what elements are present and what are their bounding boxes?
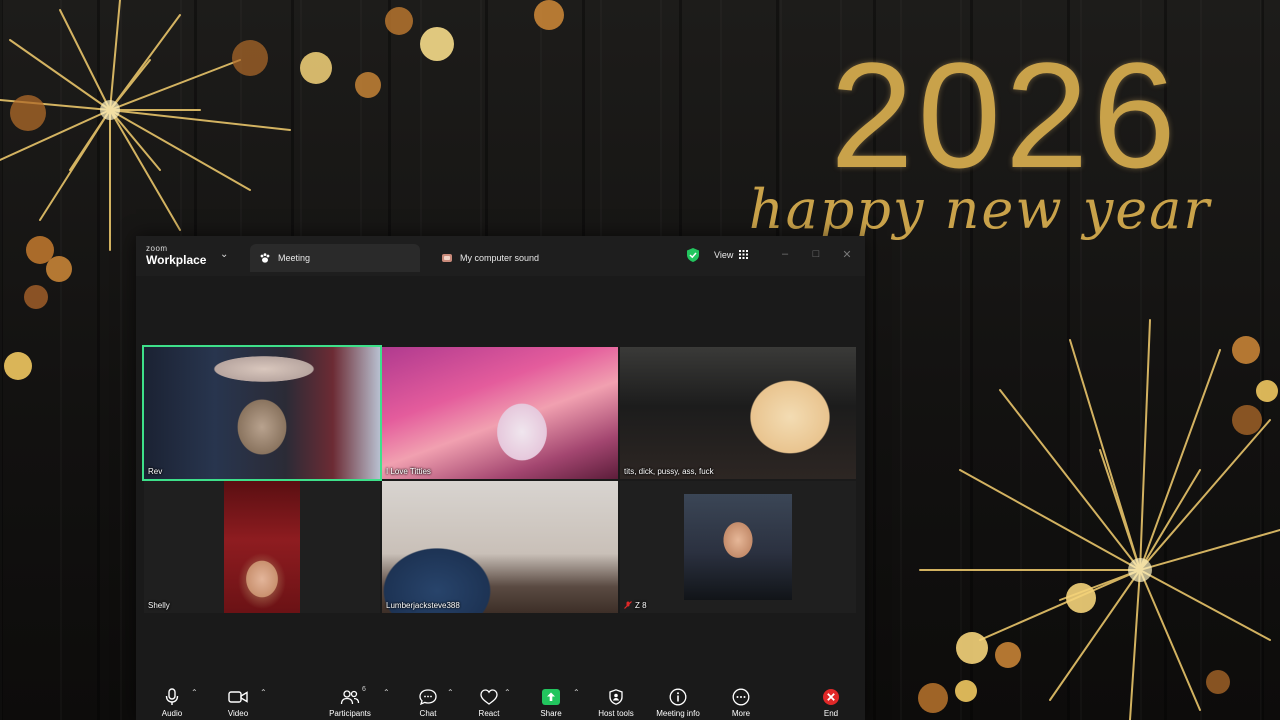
chat-label: Chat [419, 709, 437, 718]
bokeh-light [1232, 405, 1262, 435]
minimize-icon[interactable]: – [778, 248, 792, 260]
maximize-icon[interactable]: □ [809, 248, 823, 260]
close-icon[interactable]: ✕ [840, 248, 854, 261]
participant-name: tits, dick, pussy, ass, fuck [624, 467, 714, 476]
shield-icon[interactable] [687, 248, 699, 267]
more-button[interactable]: More [728, 680, 754, 720]
bokeh-light [232, 40, 268, 76]
participant-name: I Love Titties [386, 467, 431, 476]
bokeh-light [534, 0, 564, 30]
bokeh-light [24, 285, 48, 309]
title-bar: zoom Workplace ⌄ Meeting My computer sou… [136, 236, 865, 276]
chevron-up-icon[interactable]: ⌃ [504, 688, 511, 697]
participant-video [224, 481, 300, 613]
audio-label: Audio [161, 709, 183, 718]
bokeh-light [1066, 583, 1096, 613]
bokeh-light [10, 95, 46, 131]
end-call-icon [822, 687, 840, 707]
view-button[interactable]: View [708, 246, 754, 264]
tab-meeting[interactable]: Meeting [250, 244, 420, 272]
video-camera-icon [228, 687, 248, 707]
year-heading: 2026 [830, 31, 1180, 199]
bokeh-light [1232, 336, 1260, 364]
bokeh-light [355, 72, 381, 98]
bokeh-light [995, 642, 1021, 668]
participant-name: Shelly [148, 601, 170, 610]
chat-button[interactable]: Chat [416, 680, 440, 720]
participant-tile[interactable]: Lumberjacksteve388 [382, 481, 618, 613]
meeting-toolbar: Audio ⌃ Video ⌃ Participants 6 ⌃ Chat ⌃ [136, 680, 865, 720]
meeting-info-label: Meeting info [656, 709, 700, 718]
muted-mic-icon [624, 601, 632, 609]
chevron-up-icon[interactable]: ⌃ [383, 688, 390, 697]
participant-name: Rev [148, 467, 163, 476]
participant-name-row: Z 8 [624, 601, 647, 610]
bokeh-light [1206, 670, 1230, 694]
bokeh-light [956, 632, 988, 664]
participant-tile[interactable]: I Love Titties [382, 347, 618, 479]
computer-sound-icon [440, 251, 454, 265]
host-tools-label: Host tools [598, 709, 634, 718]
info-icon [669, 687, 687, 707]
view-label: View [714, 250, 734, 260]
grid-icon [739, 249, 749, 261]
meeting-info-button[interactable]: Meeting info [650, 680, 706, 720]
tab-label: Meeting [278, 253, 311, 263]
bokeh-light [918, 683, 948, 713]
host-tools-button[interactable]: Host tools [591, 680, 641, 720]
participant-tile[interactable]: tits, dick, pussy, ass, fuck [620, 347, 856, 479]
greeting-text: happy new year [748, 178, 1212, 241]
bokeh-light [300, 52, 332, 84]
video-button[interactable]: Video [224, 680, 252, 720]
tab-computer-sound[interactable]: My computer sound [436, 244, 640, 272]
participant-tile[interactable]: Z 8 [620, 481, 856, 613]
audio-button[interactable]: Audio [158, 680, 186, 720]
bokeh-light [46, 256, 72, 282]
chevron-up-icon[interactable]: ⌃ [447, 688, 454, 697]
app-brand[interactable]: zoom Workplace [146, 244, 207, 267]
react-button[interactable]: React [476, 680, 502, 720]
participant-tile[interactable]: Shelly [144, 481, 380, 613]
bokeh-light [1256, 380, 1278, 402]
heart-icon [480, 687, 498, 707]
participants-icon [340, 687, 360, 707]
participants-label: Participants [329, 709, 371, 718]
chat-icon [419, 687, 437, 707]
end-label: End [823, 709, 839, 718]
brand-small-text: zoom [146, 244, 168, 253]
microphone-icon [165, 687, 179, 707]
participant-tile[interactable]: Rev [142, 345, 382, 481]
zoom-meeting-window: zoom Workplace ⌄ Meeting My computer sou… [136, 236, 865, 720]
bokeh-light [955, 680, 977, 702]
participants-count: 6 [362, 686, 366, 693]
participant-name: Z 8 [635, 601, 647, 610]
brand-name: Workplace [146, 253, 207, 267]
more-icon [732, 687, 750, 707]
participant-name: Lumberjacksteve388 [386, 601, 460, 610]
react-label: React [478, 709, 500, 718]
paw-icon [258, 251, 272, 265]
chevron-up-icon[interactable]: ⌃ [573, 688, 580, 697]
chevron-down-icon[interactable]: ⌄ [220, 249, 228, 260]
video-gallery: Rev I Love Titties tits, dick, pussy, as… [136, 276, 865, 680]
bokeh-light [420, 27, 454, 61]
video-label: Video [227, 709, 249, 718]
tab-label: My computer sound [460, 253, 540, 263]
end-button[interactable]: End [818, 680, 844, 720]
participant-video [684, 494, 792, 600]
firework-top-left [0, 0, 291, 251]
host-shield-icon [609, 687, 623, 707]
chevron-up-icon[interactable]: ⌃ [191, 688, 198, 697]
share-screen-icon [542, 687, 560, 707]
chevron-up-icon[interactable]: ⌃ [260, 688, 267, 697]
bokeh-light [385, 7, 413, 35]
bokeh-light [4, 352, 32, 380]
share-button[interactable]: Share [538, 680, 564, 720]
participants-button[interactable]: Participants [322, 680, 378, 720]
firework-bottom-right [919, 319, 1280, 720]
more-label: More [731, 709, 751, 718]
share-label: Share [540, 709, 562, 718]
